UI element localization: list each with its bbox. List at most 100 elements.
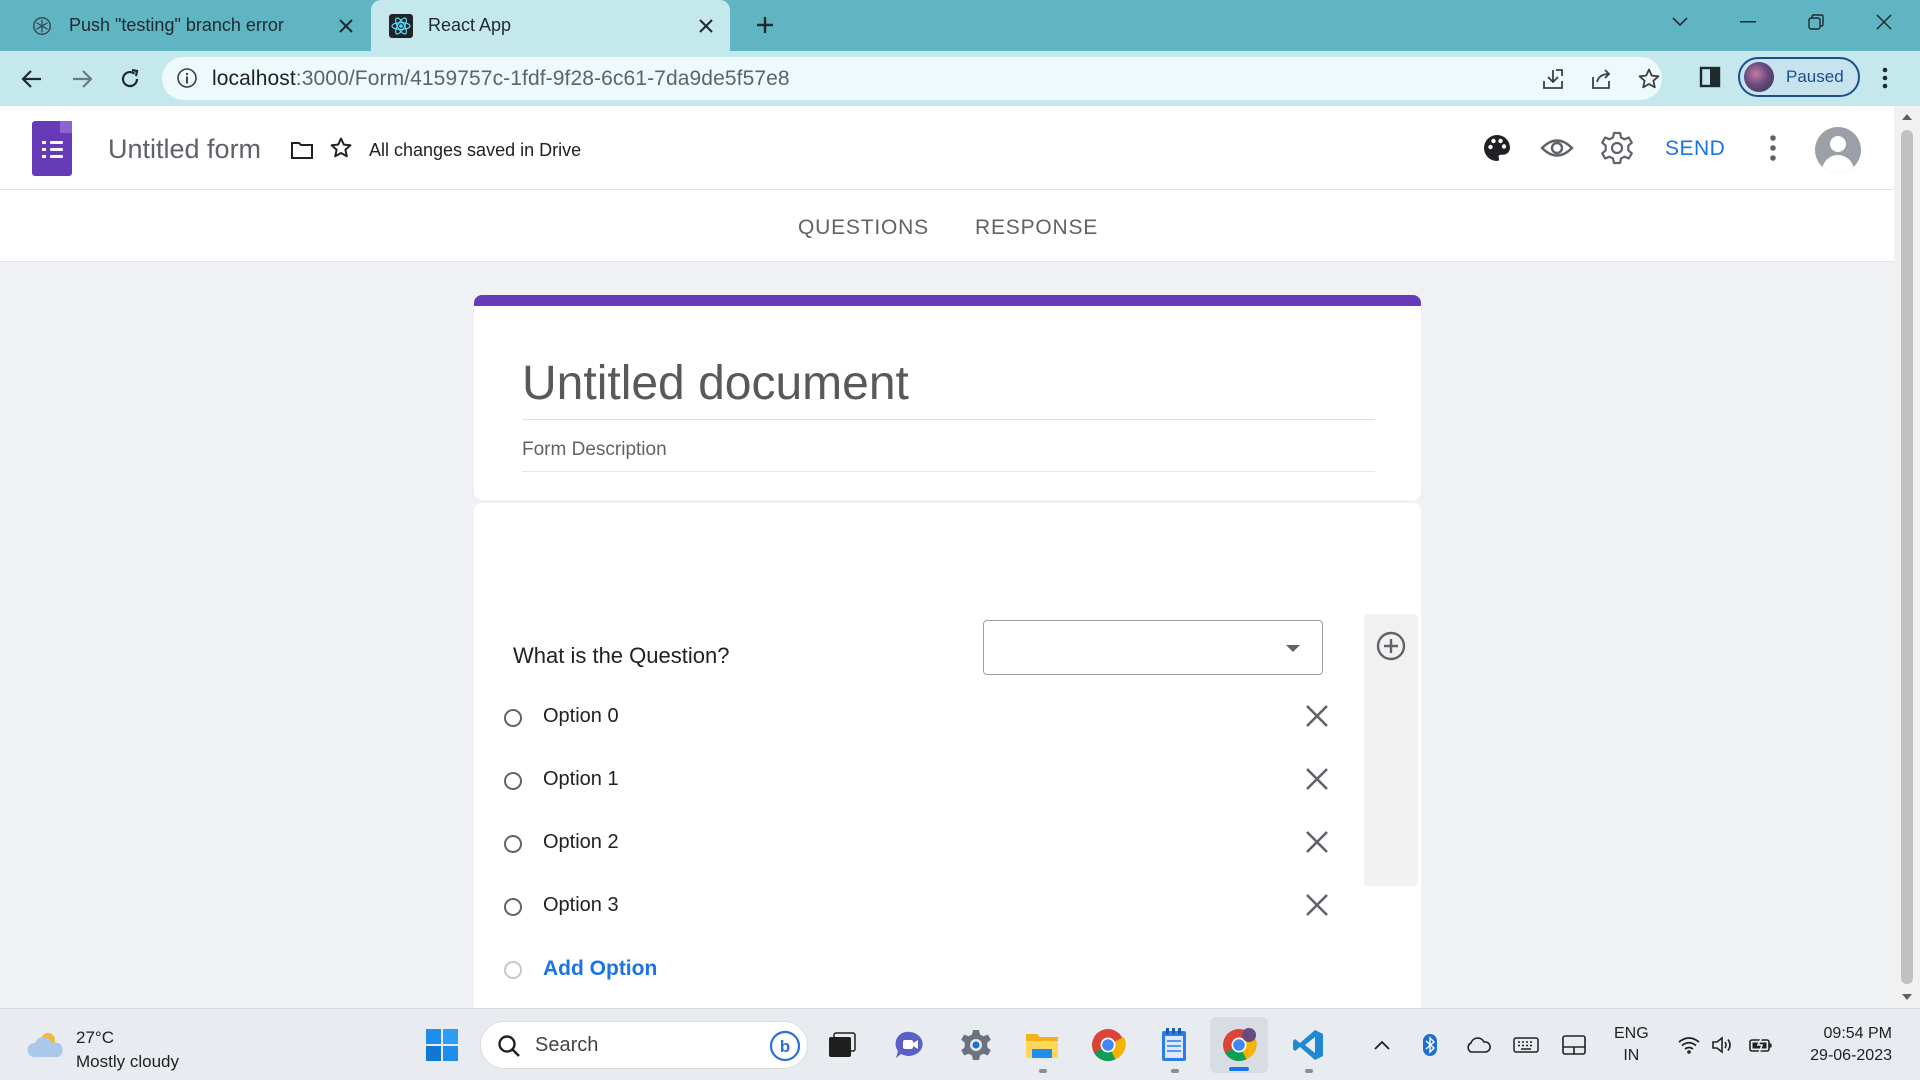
option-radio-icon[interactable] [504,835,522,853]
back-icon[interactable] [12,59,52,99]
url-path: :3000/Form/4159757c-1fdf-9f28-6c61-7da9d… [295,67,790,90]
option-label-input[interactable]: Option 3 [543,894,619,917]
form-title[interactable]: Untitled form [108,134,261,165]
form-header-card: Untitled document Form Description [474,295,1421,500]
weather-condition: Mostly cloudy [76,1052,179,1071]
add-question-icon[interactable] [1375,630,1407,662]
question-text-input[interactable]: What is the Question? [513,643,729,669]
address-bar[interactable]: localhost:3000/Form/4159757c-1fdf-9f28-6… [162,57,1662,100]
settings-gear-icon[interactable] [1598,129,1636,167]
minimize-icon[interactable] [1720,0,1776,44]
remove-option-icon[interactable] [1304,703,1332,731]
profile-avatar [1744,62,1774,92]
profile-button[interactable]: Paused [1738,57,1860,97]
scroll-up-arrow-icon[interactable] [1902,114,1912,120]
option-label-input[interactable]: Option 2 [543,831,619,854]
vscode-icon[interactable] [1288,1025,1328,1065]
chatgpt-icon [30,14,54,38]
notepad-icon[interactable] [1154,1025,1194,1065]
windows-start-icon[interactable] [422,1025,462,1065]
file-explorer-icon[interactable] [1022,1025,1062,1065]
close-tab-icon[interactable] [332,12,360,40]
running-indicator [1039,1069,1047,1073]
browser-tab-react-app[interactable]: React App [371,0,730,51]
cloudy-weather-icon [26,1031,66,1059]
forward-icon[interactable] [62,59,102,99]
preview-eye-icon[interactable] [1538,129,1576,167]
app-header: Untitled form All changes saved in Drive… [0,106,1894,190]
show-hidden-icons-chevron-icon[interactable] [1369,1033,1395,1057]
option-radio-icon[interactable] [504,709,522,727]
question-type-select[interactable] [983,620,1323,675]
form-tabs: QUESTIONS RESPONSE [0,190,1894,262]
remove-option-icon[interactable] [1304,766,1332,794]
clock-time: 09:54 PM [1823,1025,1892,1042]
settings-app-icon[interactable] [956,1025,996,1065]
browser-menu-icon[interactable] [1872,65,1898,91]
palette-icon[interactable] [1478,129,1516,167]
add-option-radio-icon [504,961,522,979]
reload-icon[interactable] [110,59,150,99]
tab-search-chevron-icon[interactable] [1652,0,1708,44]
volume-icon[interactable] [1710,1033,1736,1057]
tab-questions[interactable]: QUESTIONS [798,216,929,240]
account-avatar[interactable] [1815,127,1861,173]
option-radio-icon[interactable] [504,772,522,790]
tab-response[interactable]: RESPONSE [975,216,1098,240]
option-row: Option 0 [504,697,1334,737]
onedrive-cloud-icon[interactable] [1465,1033,1491,1057]
wifi-icon[interactable] [1676,1033,1702,1057]
react-icon [389,13,413,38]
site-info-icon[interactable] [176,67,198,89]
taskbar-search-box[interactable]: Search b [480,1021,808,1069]
input-language[interactable]: ENG IN [1614,1023,1649,1067]
folder-icon[interactable] [290,140,316,162]
touchpad-icon[interactable] [1561,1033,1587,1057]
task-view-icon[interactable] [822,1025,862,1065]
send-button[interactable]: SEND [1665,137,1725,161]
clock-date: 29-06-2023 [1810,1047,1892,1064]
form-description-input[interactable]: Form Description [522,439,1375,472]
more-options-icon[interactable] [1754,129,1792,167]
share-icon[interactable] [1588,66,1614,92]
close-window-icon[interactable] [1856,0,1912,44]
option-label-input[interactable]: Option 1 [543,768,619,791]
running-indicator [1305,1069,1313,1073]
restore-icon[interactable] [1788,0,1844,44]
option-row: Option 2 [504,823,1334,863]
bookmark-star-icon[interactable] [1636,66,1662,92]
side-panel-icon[interactable] [1698,65,1724,91]
bing-chat-icon[interactable]: b [769,1030,801,1062]
bluetooth-icon[interactable] [1417,1033,1443,1057]
teams-chat-icon[interactable] [890,1025,930,1065]
star-icon[interactable] [329,136,355,162]
page-scrollbar[interactable] [1894,106,1920,1008]
battery-icon[interactable] [1748,1033,1774,1057]
remove-option-icon[interactable] [1304,892,1332,920]
logo-line [50,155,63,158]
keyboard-icon[interactable] [1513,1033,1539,1057]
logo-line [50,141,63,144]
option-row: Option 1 [504,760,1334,800]
chrome-profile-taskbar-button[interactable] [1210,1017,1268,1073]
url-host: localhost [212,67,296,90]
url-text: localhost:3000/Form/4159757c-1fdf-9f28-6… [212,67,790,91]
option-label-input[interactable]: Option 0 [543,705,619,728]
scrollbar-thumb[interactable] [1901,130,1913,984]
forms-logo-icon[interactable] [32,121,72,176]
close-tab-icon[interactable] [692,12,720,40]
system-clock[interactable]: 09:54 PM 29-06-2023 [1790,1023,1892,1067]
option-radio-icon[interactable] [504,898,522,916]
remove-option-icon[interactable] [1304,829,1332,857]
windows-taskbar: 27°C Mostly cloudy Search b ENG IN 09:54… [0,1008,1920,1080]
chrome-icon[interactable] [1088,1025,1128,1065]
new-tab-button[interactable] [748,8,782,42]
install-app-icon[interactable] [1540,66,1566,92]
scroll-down-arrow-icon[interactable] [1902,994,1912,1000]
add-option-button[interactable]: Add Option [543,957,657,981]
logo-bullet [42,155,46,158]
document-title-input[interactable]: Untitled document [522,356,1375,420]
browser-tab-chatgpt[interactable]: Push "testing" branch error [0,0,370,51]
logo-bullet [42,141,46,144]
avatar-body [1822,155,1854,173]
